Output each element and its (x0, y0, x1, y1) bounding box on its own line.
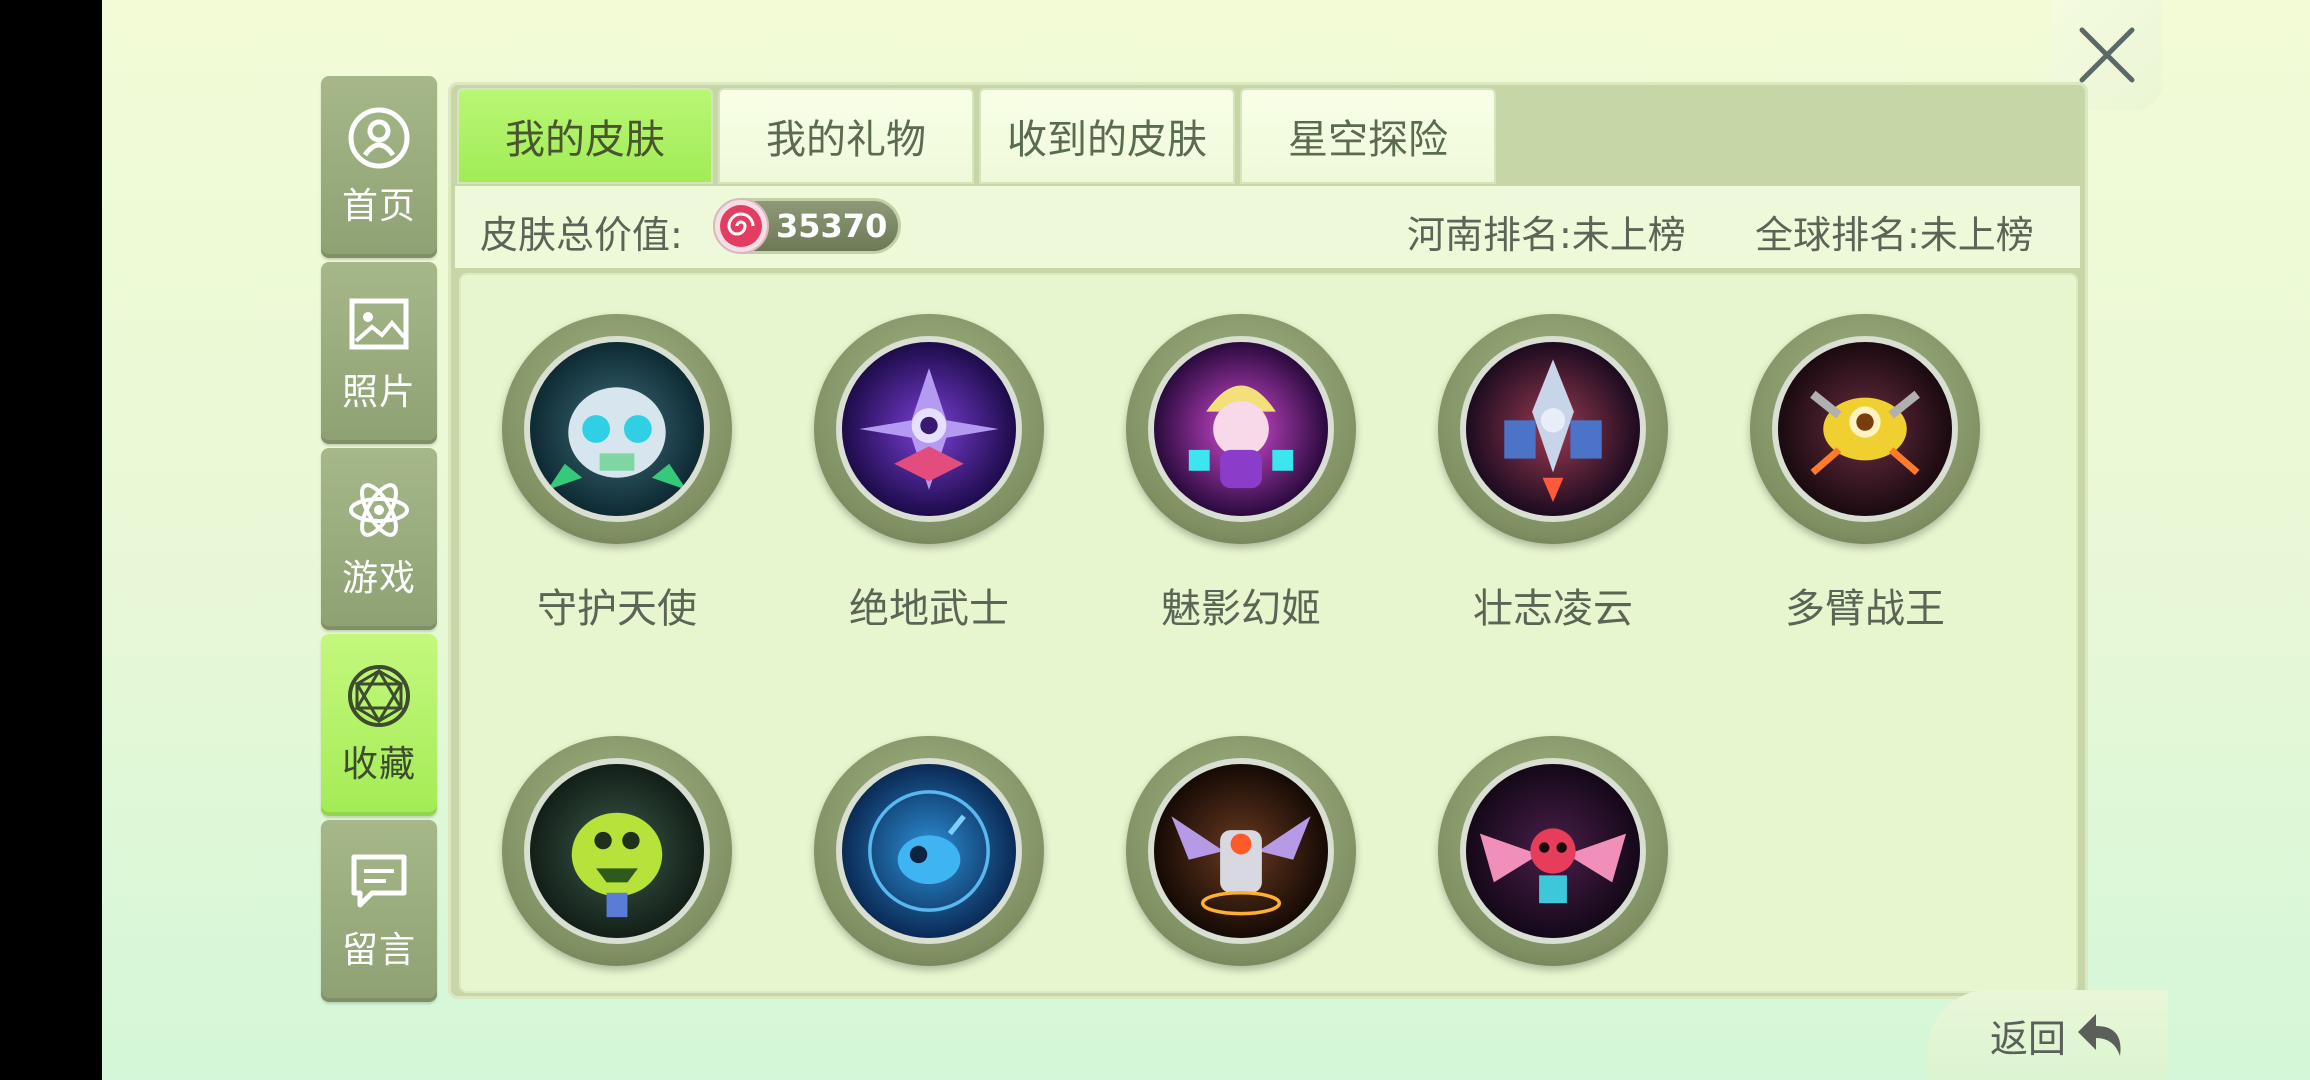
sidebar-item-label: 收藏 (341, 744, 416, 785)
sidebar-item-label: 留言 (341, 930, 416, 971)
skin-item[interactable] (502, 736, 732, 1036)
sidebar-item-label: 游戏 (341, 558, 416, 599)
gem-icon (348, 665, 410, 727)
skin-name: 壮志凌云 (1473, 586, 1633, 632)
tab-received-skins[interactable]: 收到的皮肤 (979, 88, 1235, 184)
lollipop-icon (713, 198, 769, 254)
left-black-bar (0, 0, 102, 1080)
skin-name: 多臂战王 (1785, 586, 1945, 632)
skin-item[interactable]: 壮志凌云 (1438, 314, 1668, 632)
skin-item[interactable]: 绝地武士 (814, 314, 1044, 632)
total-value-badge: 35370 (713, 198, 901, 254)
skin-name: 守护天使 (537, 586, 697, 632)
info-bar: 皮肤总价值: 35370 河南排名:未上榜 全球排名:未上榜 (455, 186, 2080, 268)
total-value-label: 皮肤总价值: (480, 213, 683, 257)
tab-star-adventure[interactable]: 星空探险 (1240, 88, 1496, 184)
jedi-warrior-icon (836, 336, 1022, 522)
pink-wing-skin-icon (1460, 758, 1646, 944)
photo-icon (349, 298, 409, 350)
skin-item[interactable] (814, 736, 1044, 1036)
winged-knight-skin-icon (1148, 758, 1334, 944)
back-button[interactable]: 返回 (1928, 990, 2168, 1080)
sidebar-item-games[interactable]: 游戏 (321, 448, 437, 630)
henan-rank: 河南排名:未上榜 (1407, 213, 1686, 257)
close-icon (2079, 27, 2135, 83)
blue-orb-skin-icon (836, 758, 1022, 944)
sidebar-item-collection[interactable]: 收藏 (321, 634, 437, 816)
green-robot-skin-icon (524, 758, 710, 944)
sidebar-item-label: 照片 (341, 372, 416, 413)
tab-my-skins[interactable]: 我的皮肤 (457, 88, 713, 184)
sidebar-item-label: 首页 (341, 186, 416, 227)
tab-my-gifts[interactable]: 我的礼物 (718, 88, 974, 184)
multi-arm-king-icon (1772, 336, 1958, 522)
skin-name: 魅影幻姬 (1161, 586, 1321, 632)
skin-item[interactable]: 魅影幻姬 (1126, 314, 1356, 632)
guardian-angel-icon (524, 336, 710, 522)
back-label: 返回 (1989, 1016, 2066, 1061)
sidebar-item-photos[interactable]: 照片 (321, 262, 437, 444)
total-value: 35370 (776, 207, 888, 245)
skin-name: 绝地武士 (849, 586, 1009, 632)
skin-item[interactable]: 守护天使 (502, 314, 732, 632)
phantom-princess-icon (1148, 336, 1334, 522)
message-icon (351, 854, 407, 908)
global-rank: 全球排名:未上榜 (1755, 213, 2034, 257)
back-arrow-icon (2078, 1014, 2121, 1056)
atom-icon (349, 483, 409, 537)
skin-item[interactable]: 多臂战王 (1750, 314, 1980, 632)
sidebar-item-messages[interactable]: 留言 (321, 820, 437, 1002)
skin-item[interactable] (1126, 736, 1356, 1036)
profile-icon (348, 107, 410, 169)
skin-item[interactable] (1438, 736, 1668, 1036)
sidebar-item-home[interactable]: 首页 (321, 76, 437, 258)
soaring-ambition-icon (1460, 336, 1646, 522)
